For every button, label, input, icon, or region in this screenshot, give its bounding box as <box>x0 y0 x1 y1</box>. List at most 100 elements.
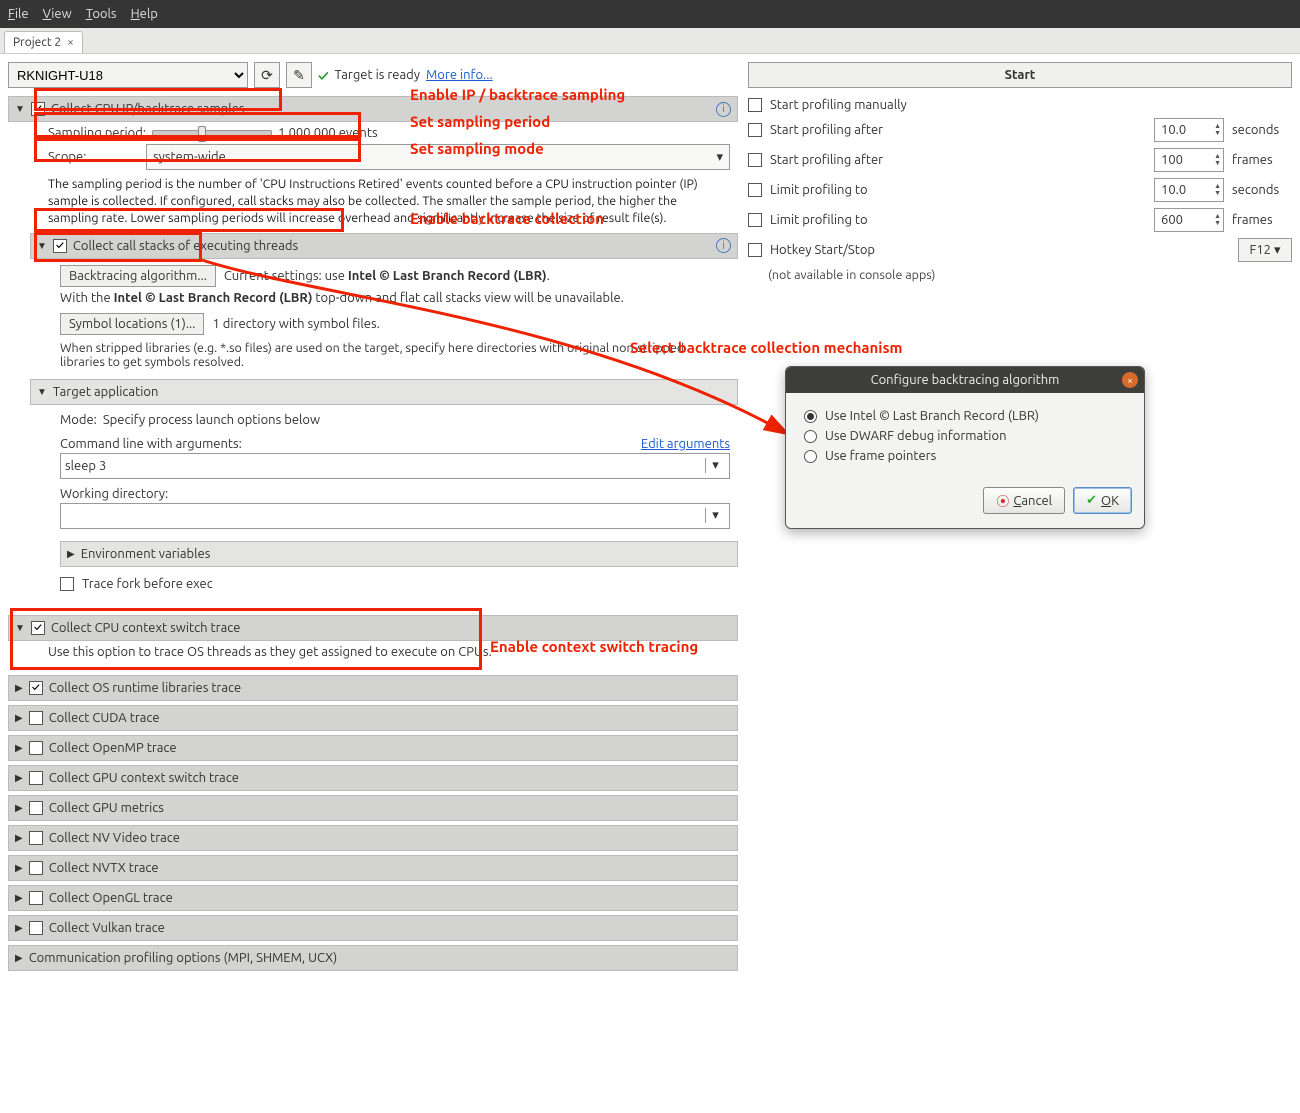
close-icon[interactable]: × <box>1122 372 1138 388</box>
section-label: Collect CUDA trace <box>49 711 160 725</box>
section-collapsed-header[interactable]: ▶Collect OpenGL trace <box>8 885 738 911</box>
option-checkbox[interactable] <box>748 98 762 112</box>
option-value-input[interactable]: 100▲▼ <box>1154 148 1224 172</box>
ok-button[interactable]: ✔OK <box>1073 487 1132 514</box>
env-vars-title: Environment variables <box>81 547 211 561</box>
tab-bar: Project 2 × <box>0 28 1300 54</box>
hotkey-label: Hotkey Start/Stop <box>770 243 1230 257</box>
ctx-desc: Use this option to trace OS threads as t… <box>8 641 738 671</box>
chevron-right-icon: ▶ <box>15 802 23 814</box>
section-checkbox[interactable] <box>29 831 43 845</box>
option-label: Start profiling manually <box>770 98 1292 112</box>
target-host-select[interactable]: RKNIGHT-U18 <box>8 62 248 88</box>
section-collapsed-header[interactable]: ▶ Collect GPU metrics <box>8 795 738 821</box>
scope-value: system-wide <box>153 150 226 164</box>
comm-title: Communication profiling options (MPI, SH… <box>29 951 338 965</box>
callstacks-checkbox[interactable] <box>53 239 67 253</box>
section-env-vars-header[interactable]: ▶ Environment variables <box>60 541 738 567</box>
section-ctx-header[interactable]: ▼ Collect CPU context switch trace <box>8 615 738 641</box>
menu-file[interactable]: File <box>8 7 29 21</box>
radio-dwarf[interactable] <box>804 430 817 443</box>
ip-checkbox[interactable] <box>31 102 45 116</box>
option-unit: frames <box>1232 213 1292 227</box>
more-info-link[interactable]: More info... <box>426 68 493 82</box>
ip-title: Collect CPU IP/backtrace samples <box>51 102 245 116</box>
edit-arguments-link[interactable]: Edit arguments <box>641 437 730 451</box>
command-line-input[interactable]: sleep 3 ▾ <box>60 453 730 479</box>
section-checkbox[interactable] <box>29 711 43 725</box>
start-button[interactable]: Start <box>748 62 1292 88</box>
section-checkbox[interactable] <box>29 861 43 875</box>
info-icon[interactable]: i <box>716 238 731 253</box>
chevron-down-icon[interactable]: ▾ <box>705 458 725 473</box>
backtracing-algorithm-button[interactable]: Backtracing algorithm... <box>60 265 216 287</box>
target-app-title: Target application <box>53 385 159 399</box>
section-callstacks-header[interactable]: ▼ Collect call stacks of executing threa… <box>30 233 738 259</box>
lbr-note: With the Intel © Last Branch Record (LBR… <box>30 289 738 311</box>
option-label: Start profiling after <box>770 123 1146 137</box>
close-icon[interactable]: × <box>67 36 74 49</box>
sampling-description: The sampling period is the number of 'CP… <box>8 174 738 233</box>
section-checkbox[interactable] <box>29 771 43 785</box>
edit-button[interactable]: ✎ <box>286 62 312 88</box>
option-checkbox[interactable] <box>748 123 762 137</box>
symbol-locations-text: 1 directory with symbol files. <box>212 317 379 331</box>
section-label: Collect OpenGL trace <box>49 891 173 905</box>
mode-value: Specify process launch options below <box>103 413 320 427</box>
hotkey-select[interactable]: F12 ▾ <box>1238 238 1292 262</box>
section-label: Collect Vulkan trace <box>49 921 165 935</box>
sampling-period-label: Sampling period: <box>48 126 146 140</box>
cancel-button[interactable]: ⦿Cancel <box>983 487 1065 514</box>
option-value-input[interactable]: 600▲▼ <box>1154 208 1224 232</box>
option-checkbox[interactable] <box>748 183 762 197</box>
radio-frame-ptr[interactable] <box>804 450 817 463</box>
section-collapsed-header[interactable]: ▶Collect GPU context switch trace <box>8 765 738 791</box>
info-icon[interactable]: i <box>716 102 731 117</box>
scope-select[interactable]: system-wide ▾ <box>146 144 730 170</box>
section-ip-header[interactable]: ▼ Collect CPU IP/backtrace samples i <box>8 96 738 122</box>
section-checkbox[interactable] <box>29 741 43 755</box>
section-comm-header[interactable]: ▶ Communication profiling options (MPI, … <box>8 945 738 971</box>
profiling-option-row: Start profiling manually <box>748 98 1292 112</box>
chevron-right-icon: ▶ <box>15 772 23 784</box>
section-checkbox[interactable] <box>29 681 43 695</box>
option-label: Limit profiling to <box>770 183 1146 197</box>
section-collapsed-header[interactable]: ▶Collect CUDA trace <box>8 705 738 731</box>
section-checkbox[interactable] <box>29 891 43 905</box>
ctx-checkbox[interactable] <box>31 621 45 635</box>
section-label: Collect GPU metrics <box>49 801 164 815</box>
mode-label: Mode: <box>60 413 97 427</box>
section-collapsed-header[interactable]: ▶Collect OpenMP trace <box>8 735 738 761</box>
option-value-input[interactable]: 10.0▲▼ <box>1154 118 1224 142</box>
menu-bar: File View Tools Help <box>0 0 1300 28</box>
chevron-right-icon: ▶ <box>15 922 23 934</box>
option-value-input[interactable]: 10.0▲▼ <box>1154 178 1224 202</box>
section-checkbox[interactable] <box>29 801 43 815</box>
chevron-down-icon: ▾ <box>716 150 723 165</box>
option-unit: frames <box>1232 153 1292 167</box>
sampling-slider[interactable] <box>152 130 272 136</box>
project-tab[interactable]: Project 2 × <box>4 31 83 53</box>
menu-help[interactable]: Help <box>131 7 158 21</box>
refresh-button[interactable]: ⟳ <box>254 62 280 88</box>
section-collapsed-header[interactable]: ▶Collect NVTX trace <box>8 855 738 881</box>
radio-lbr[interactable] <box>804 410 817 423</box>
profiling-option-row: Limit profiling to10.0▲▼seconds <box>748 178 1292 202</box>
hotkey-checkbox[interactable] <box>748 243 762 257</box>
working-directory-input[interactable]: ▾ <box>60 503 730 529</box>
section-collapsed-header[interactable]: ▶ Collect Vulkan trace <box>8 915 738 941</box>
profiling-option-row: Start profiling after100▲▼frames <box>748 148 1292 172</box>
trace-fork-checkbox[interactable] <box>60 577 74 591</box>
option-checkbox[interactable] <box>748 153 762 167</box>
option-checkbox[interactable] <box>748 213 762 227</box>
section-target-app-header[interactable]: ▼ Target application <box>30 379 738 405</box>
tab-label: Project 2 <box>13 36 61 49</box>
menu-tools[interactable]: Tools <box>86 7 117 21</box>
chevron-down-icon[interactable]: ▾ <box>705 508 725 523</box>
chevron-down-icon: ▼ <box>37 240 47 252</box>
symbol-locations-button[interactable]: Symbol locations (1)... <box>60 313 204 335</box>
section-checkbox[interactable] <box>29 921 43 935</box>
menu-view[interactable]: View <box>43 7 72 21</box>
section-collapsed-header[interactable]: ▶Collect NV Video trace <box>8 825 738 851</box>
section-collapsed-header[interactable]: ▶Collect OS runtime libraries trace <box>8 675 738 701</box>
